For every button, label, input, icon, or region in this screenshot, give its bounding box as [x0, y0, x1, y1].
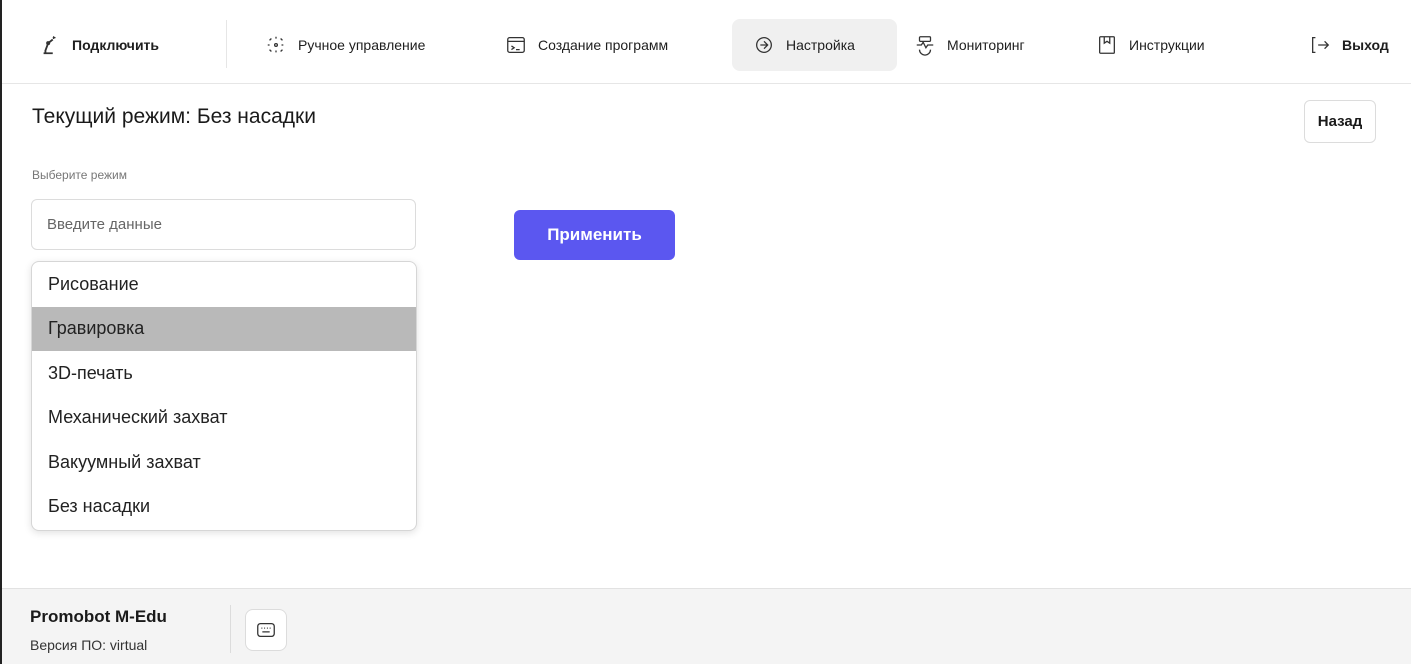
- nav-program-creation[interactable]: Создание программ: [504, 19, 668, 71]
- app-window: Подключить Ручное управление Создание пр…: [0, 0, 1411, 664]
- robot-arm-icon: [38, 33, 62, 57]
- nav-instructions-label: Инструкции: [1129, 37, 1205, 53]
- top-navigation: Подключить Ручное управление Создание пр…: [2, 0, 1411, 84]
- nav-monitoring[interactable]: Мониторинг: [913, 19, 1025, 71]
- page-title: Текущий режим: Без насадки: [32, 105, 316, 128]
- monitoring-icon: [913, 33, 937, 57]
- dropdown-option[interactable]: 3D-печать: [32, 351, 416, 396]
- product-name: Promobot M-Edu: [30, 607, 167, 626]
- bookmark-icon: [1095, 33, 1119, 57]
- move-arrows-icon: [264, 33, 288, 57]
- nav-manual-label: Ручное управление: [298, 37, 426, 53]
- settings-icon: [752, 33, 776, 57]
- nav-logout[interactable]: Выход: [1308, 19, 1389, 71]
- logout-icon: [1308, 33, 1332, 57]
- nav-connect[interactable]: Подключить: [38, 19, 159, 71]
- footer: Promobot M-Edu Версия ПО: virtual: [2, 588, 1411, 664]
- dropdown-option[interactable]: Гравировка: [32, 306, 416, 351]
- nav-programs-label: Создание программ: [538, 37, 669, 53]
- dropdown-option[interactable]: Без насадки: [32, 485, 416, 530]
- back-button[interactable]: Назад: [1304, 100, 1376, 143]
- nav-logout-label: Выход: [1342, 37, 1389, 53]
- dropdown-option[interactable]: Механический захват: [32, 396, 416, 441]
- nav-divider: [226, 20, 227, 68]
- footer-divider: [230, 605, 231, 653]
- keyboard-button[interactable]: [245, 609, 287, 651]
- mode-input[interactable]: [31, 199, 416, 250]
- mode-dropdown: Рисование Гравировка 3D-печать Механичес…: [31, 261, 417, 531]
- dropdown-option[interactable]: Рисование: [32, 262, 416, 307]
- nav-monitoring-label: Мониторинг: [947, 37, 1025, 53]
- keyboard-icon: [255, 619, 277, 641]
- nav-connect-label: Подключить: [72, 37, 160, 53]
- nav-settings-label: Настройка: [786, 37, 855, 53]
- nav-instructions[interactable]: Инструкции: [1095, 19, 1205, 71]
- nav-manual-control[interactable]: Ручное управление: [264, 19, 425, 71]
- apply-button[interactable]: Применить: [514, 210, 675, 260]
- terminal-icon: [504, 33, 528, 57]
- mode-select-label: Выберите режим: [32, 168, 127, 182]
- software-version: Версия ПО: virtual: [30, 637, 148, 653]
- dropdown-option[interactable]: Вакуумный захват: [32, 440, 416, 485]
- nav-settings[interactable]: Настройка: [732, 19, 897, 71]
